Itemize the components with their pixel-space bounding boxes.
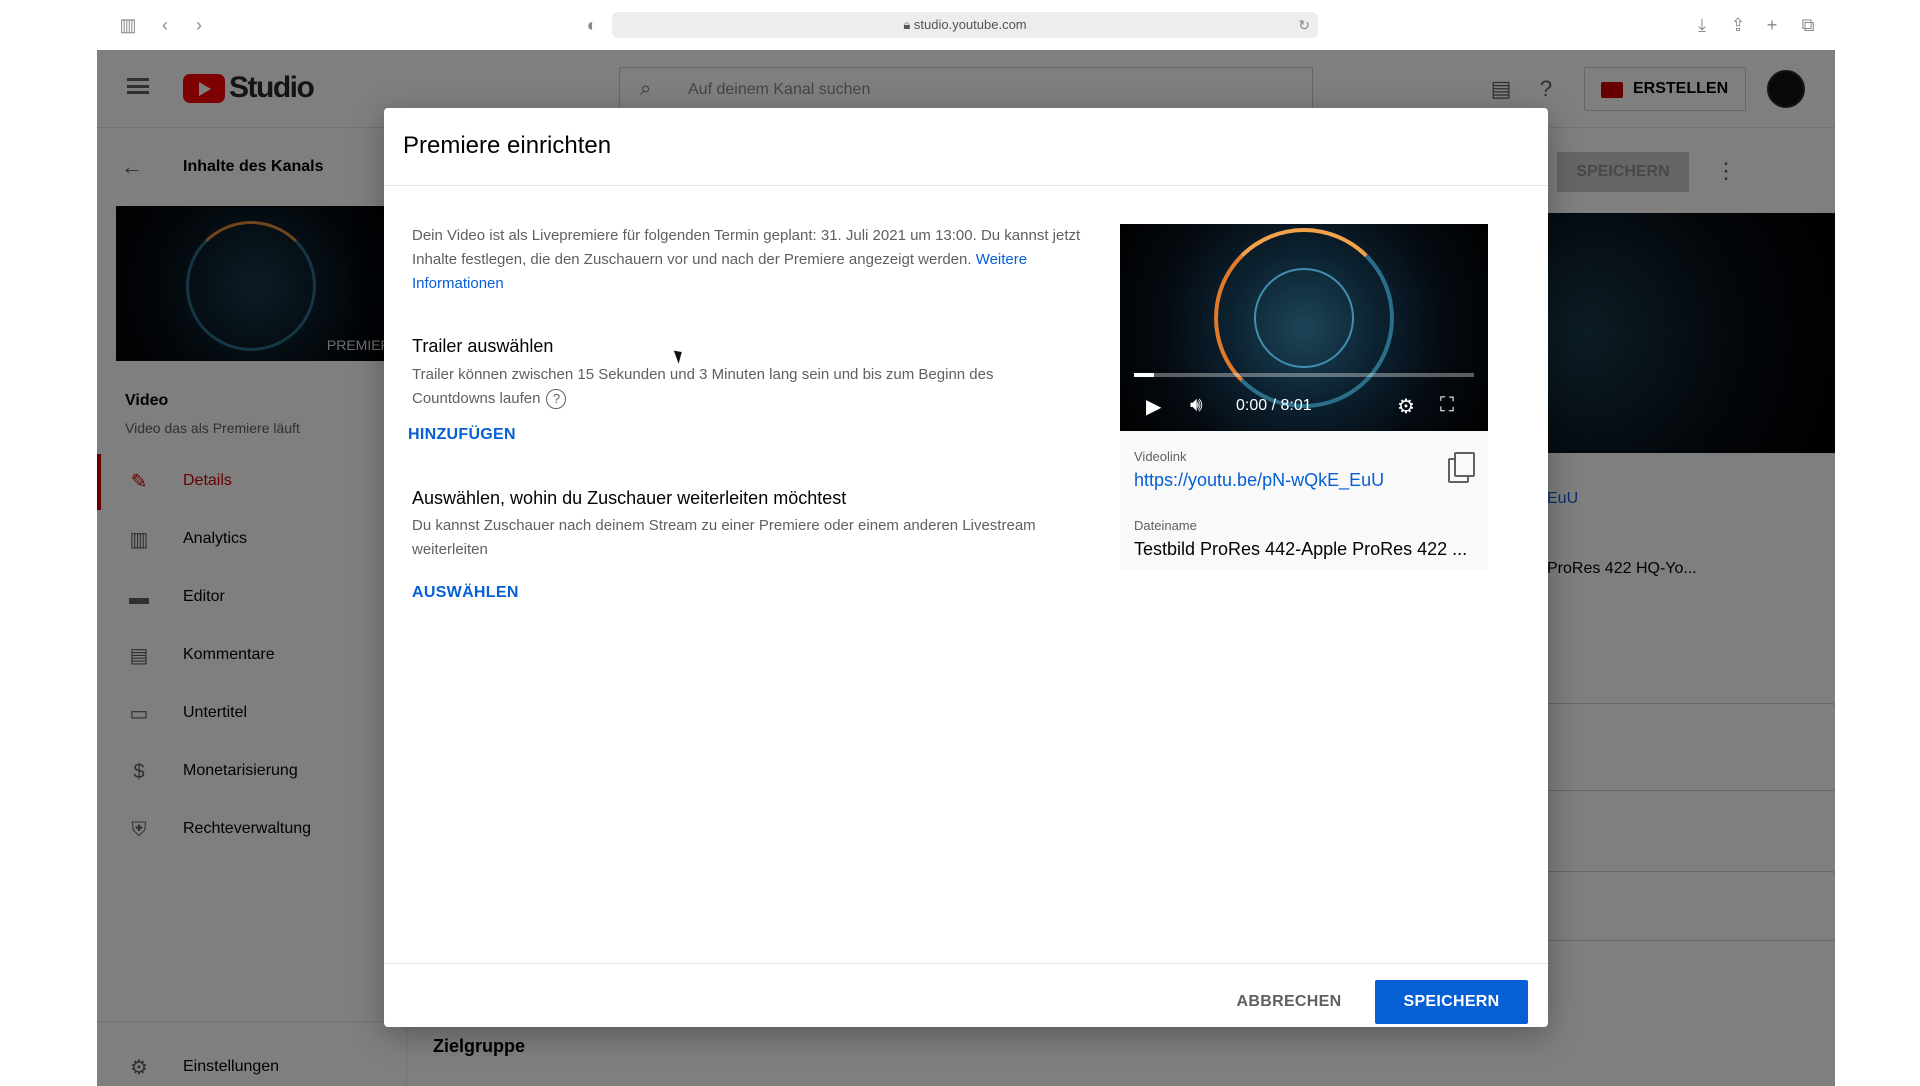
video-preview-card: ▶ 🔊︎ 0:00 / 8:01 ⚙ ⛶ Videolink https://y… (1120, 224, 1488, 570)
url-text: studio.youtube.com (913, 17, 1027, 32)
reload-icon[interactable]: ↻ (1298, 12, 1310, 38)
trailer-heading: Trailer auswählen (412, 336, 554, 356)
play-icon[interactable]: ▶ (1146, 394, 1161, 419)
tabs-overview-icon[interactable]: ⧉ (1796, 13, 1820, 37)
lock-icon: 🔒︎ (903, 17, 914, 32)
videolink-label: Videolink (1134, 449, 1187, 464)
redirect-heading: Auswählen, wohin du Zuschauer weiterleit… (412, 488, 847, 508)
progress-bar[interactable] (1134, 373, 1474, 377)
help-icon[interactable]: ? (546, 389, 567, 410)
dialog-intro: Dein Video ist als Livepremiere für folg… (412, 224, 1082, 296)
fullscreen-icon[interactable]: ⛶ (1440, 394, 1454, 417)
copy-icon[interactable] (1448, 452, 1475, 483)
browser-toolbar: ▥ ‹ › ◐ 🔒︎ studio.youtube.com ↻ ⤓ ⇪ + ⧉ (0, 0, 1920, 50)
save-button[interactable]: SPEICHERN (1375, 980, 1528, 1024)
divider (384, 963, 1548, 964)
address-bar[interactable]: 🔒︎ studio.youtube.com ↻ (612, 12, 1318, 38)
settings-gear-icon[interactable]: ⚙ (1397, 394, 1415, 419)
filename: Testbild ProRes 442-Apple ProRes 422 ... (1134, 539, 1468, 559)
time-display: 0:00 / 8:01 (1236, 397, 1312, 414)
redirect-description: Du kannst Zuschauer nach deinem Stream z… (412, 517, 1036, 558)
forward-arrow-icon[interactable]: › (187, 13, 211, 37)
new-tab-icon[interactable]: + (1760, 13, 1784, 37)
select-redirect-button[interactable]: AUSWÄHLEN (412, 584, 519, 602)
trailer-description-text: Trailer können zwischen 15 Sekunden und … (412, 366, 994, 407)
video-frame-graphic (1254, 268, 1354, 368)
privacy-shield-icon[interactable]: ◐ (580, 13, 604, 37)
divider (384, 185, 1548, 186)
share-icon[interactable]: ⇪ (1726, 13, 1750, 37)
dialog-title: Premiere einrichten (403, 132, 612, 159)
add-trailer-button[interactable]: HINZUFÜGEN (408, 426, 516, 444)
trailer-description: Trailer können zwischen 15 Sekunden und … (412, 363, 1052, 411)
download-icon[interactable]: ⤓ (1690, 13, 1714, 37)
filename-label: Dateiname (1134, 518, 1197, 533)
sidebar-toggle-icon[interactable]: ▥ (116, 13, 140, 37)
progress-fill (1134, 373, 1155, 377)
videolink[interactable]: https://youtu.be/pN-wQkE_EuU (1134, 470, 1384, 491)
cancel-button[interactable]: ABBRECHEN (1224, 980, 1354, 1024)
premiere-dialog: Premiere einrichten Dein Video ist als L… (384, 108, 1548, 1027)
back-arrow-icon[interactable]: ‹ (153, 13, 177, 37)
video-player[interactable]: ▶ 🔊︎ 0:00 / 8:01 ⚙ ⛶ (1120, 224, 1488, 431)
volume-icon[interactable]: 🔊︎ (1190, 394, 1203, 417)
